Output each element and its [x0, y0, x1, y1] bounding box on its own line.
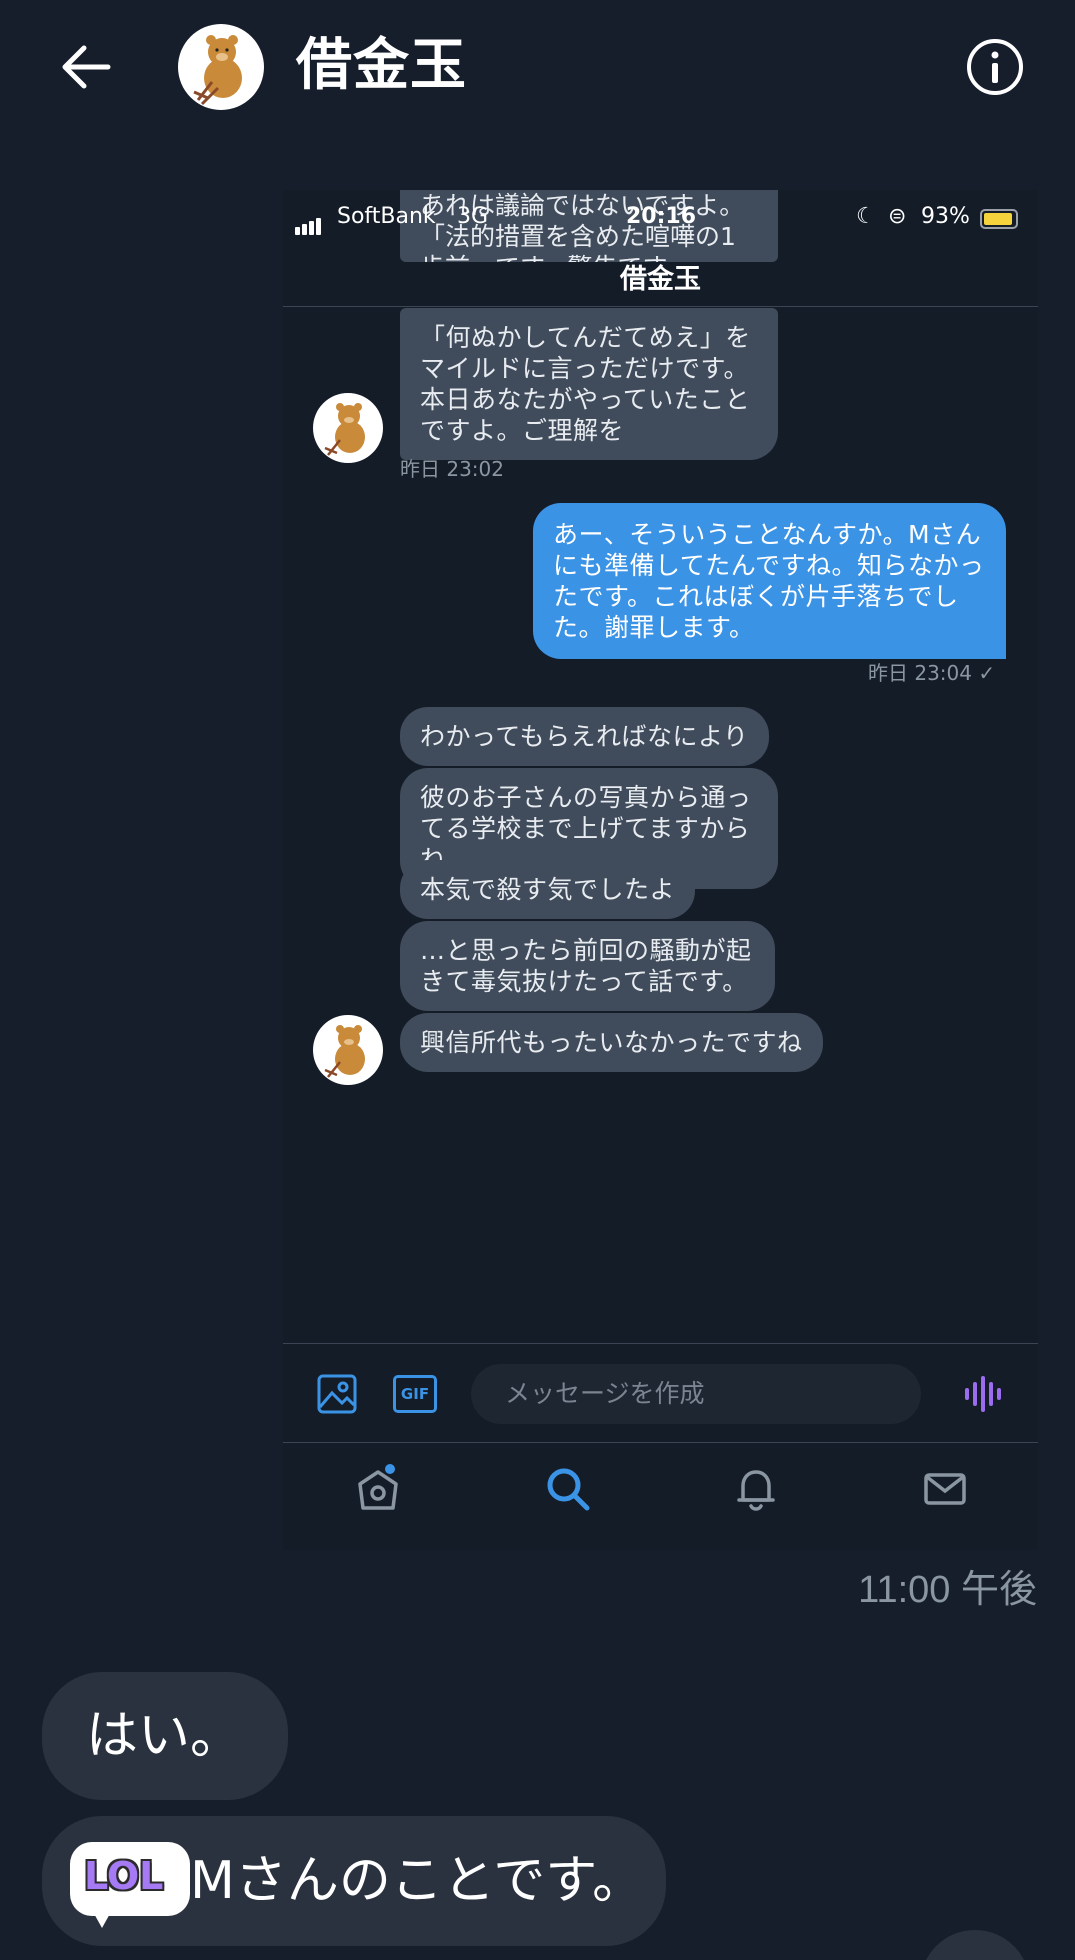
- network-label: 3G: [457, 204, 489, 229]
- message-text: Mさんのことです。: [190, 1851, 645, 1911]
- status-time: 20:16: [626, 204, 697, 229]
- status-bar: SoftBank 3G 20:16 ☾ ⊜ 93%: [283, 204, 1038, 236]
- conversation-title: 借金玉: [296, 33, 467, 98]
- mail-icon[interactable]: [920, 1464, 970, 1514]
- message-bubble: はい。: [42, 1672, 288, 1800]
- message-bubble-3: わかってもらえればなにより: [400, 707, 769, 766]
- back-arrow-icon[interactable]: [58, 42, 114, 92]
- bottom-tab-bar: [283, 1444, 1038, 1534]
- timestamp: 昨日 23:04 ✓: [868, 661, 996, 685]
- lol-sticker-tail: [92, 1910, 112, 1928]
- message-bubble-2: あー、そういうことなんすか。Mさんにも準備してたんですね。知らなかったです。これ…: [533, 503, 1006, 659]
- bell-icon[interactable]: [731, 1464, 781, 1514]
- moon-icon: ☾: [856, 204, 876, 229]
- dm-title: 借金玉: [283, 262, 1038, 307]
- bear-avatar-icon: [324, 1025, 365, 1078]
- message-text: はい。: [86, 1706, 243, 1766]
- search-icon[interactable]: [543, 1464, 593, 1514]
- message-bubble-6: …と思ったら前回の騒動が起きて毒気抜けたって話です。: [400, 921, 775, 1011]
- message-text: 本気で殺す気でしたよ: [420, 875, 676, 904]
- message-text: …と思ったら前回の騒動が起きて毒気抜けたって話です。: [420, 936, 752, 996]
- voice-message-icon[interactable]: [961, 1372, 1005, 1416]
- gif-button[interactable]: GIF: [393, 1375, 437, 1413]
- timestamp: 11:00 午後: [858, 1569, 1037, 1611]
- embedded-screenshot: あれは議論ではないですよ。「法的措置を含めた喧嘩の1歩前」です。警告です Sof…: [283, 190, 1038, 1550]
- avatar[interactable]: [313, 393, 383, 463]
- message-text: 「何ぬかしてんだてめえ」をマイルドに言っただけです。本日あなたがやっていたことで…: [420, 323, 751, 445]
- timestamp: 昨日 23:02: [400, 457, 504, 481]
- scroll-down-button[interactable]: [920, 1930, 1030, 1960]
- message-text: わかってもらえればなにより: [420, 722, 749, 751]
- rotation-lock-icon: ⊜: [888, 204, 907, 229]
- battery-icon: [980, 209, 1018, 229]
- message-bubble-7: 興信所代もったいなかったですね: [400, 1013, 823, 1072]
- info-icon[interactable]: [966, 38, 1024, 96]
- carrier-label: SoftBank: [337, 204, 436, 229]
- lol-sticker-text: LOL: [84, 1854, 164, 1898]
- message-bubble-1: 「何ぬかしてんだてめえ」をマイルドに言っただけです。本日あなたがやっていたことで…: [400, 308, 778, 460]
- message-text: 興信所代もったいなかったですね: [420, 1028, 803, 1057]
- bear-avatar-icon: [324, 403, 365, 456]
- battery-percent: 93%: [921, 204, 970, 229]
- message-bubble-5: 本気で殺す気でしたよ: [400, 860, 696, 919]
- home-icon[interactable]: [353, 1464, 403, 1514]
- message-text: あー、そういうことなんすか。Mさんにも準備してたんですね。知らなかったです。これ…: [553, 520, 985, 642]
- avatar[interactable]: [313, 1015, 383, 1085]
- message-input[interactable]: メッセージを作成: [471, 1364, 921, 1424]
- bear-avatar-icon: [193, 35, 242, 106]
- image-icon[interactable]: [316, 1373, 358, 1415]
- avatar[interactable]: [178, 24, 264, 110]
- compose-bar: GIF メッセージを作成: [283, 1343, 1038, 1443]
- lol-sticker[interactable]: LOL: [70, 1842, 190, 1916]
- signal-icon: [295, 210, 323, 235]
